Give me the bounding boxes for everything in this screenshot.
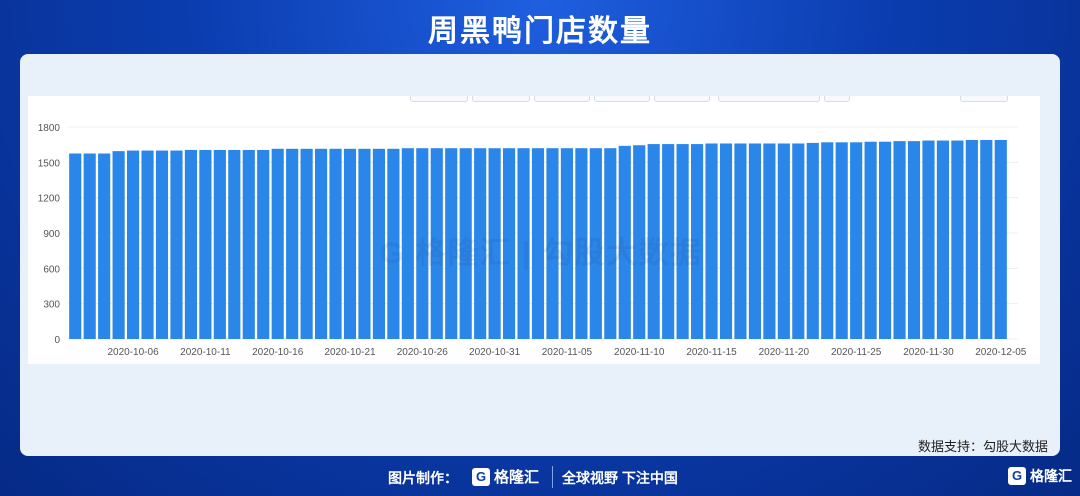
bar[interactable] bbox=[936, 140, 949, 339]
bar[interactable] bbox=[980, 139, 993, 339]
bar[interactable] bbox=[777, 143, 790, 339]
bar[interactable] bbox=[315, 148, 328, 339]
bar[interactable] bbox=[748, 143, 761, 339]
x-tick-label: 2020-11-15 bbox=[686, 347, 737, 358]
corner-logo-icon: G bbox=[1008, 467, 1026, 485]
bar[interactable] bbox=[994, 139, 1007, 339]
bar[interactable] bbox=[792, 143, 805, 339]
bar[interactable] bbox=[112, 151, 125, 339]
x-tick-label: 2020-11-20 bbox=[759, 347, 810, 358]
footer-brand: G 格隆汇 bbox=[472, 466, 539, 487]
x-tick-label: 2020-11-25 bbox=[831, 347, 882, 358]
bar[interactable] bbox=[242, 149, 255, 339]
bar[interactable] bbox=[864, 141, 877, 339]
x-tick-label: 2020-10-16 bbox=[252, 347, 304, 358]
bar[interactable] bbox=[763, 143, 776, 339]
bar[interactable] bbox=[83, 153, 96, 340]
bar[interactable] bbox=[719, 143, 733, 339]
bar[interactable] bbox=[271, 148, 284, 339]
page-title: 周黑鸭门店数量 bbox=[428, 15, 652, 48]
bar[interactable] bbox=[155, 150, 169, 339]
bar[interactable] bbox=[170, 150, 183, 339]
x-tick-label: 2020-10-21 bbox=[324, 347, 376, 358]
footer-credit: 图片制作： bbox=[388, 470, 458, 486]
x-tick-label: 2020-10-11 bbox=[180, 347, 231, 358]
bar[interactable] bbox=[951, 140, 964, 339]
y-tick-label: 0 bbox=[54, 335, 60, 346]
x-tick-label: 2020-11-10 bbox=[614, 347, 665, 358]
bar[interactable] bbox=[734, 143, 747, 339]
bar[interactable] bbox=[228, 149, 241, 339]
footer-divider bbox=[552, 466, 553, 488]
bar[interactable] bbox=[329, 148, 342, 339]
y-tick-label: 300 bbox=[43, 300, 60, 311]
bar[interactable] bbox=[806, 142, 819, 339]
bar[interactable] bbox=[879, 141, 892, 339]
footer-slogan: 全球视野 下注中国 bbox=[562, 470, 678, 486]
bar[interactable] bbox=[835, 142, 848, 339]
x-tick-label: 2020-11-30 bbox=[903, 347, 954, 358]
bar[interactable] bbox=[98, 153, 111, 340]
y-tick-label: 600 bbox=[43, 264, 60, 275]
x-tick-label: 2020-12-05 bbox=[975, 347, 1027, 358]
y-tick-label: 900 bbox=[43, 229, 60, 240]
y-tick-label: 1500 bbox=[38, 158, 61, 169]
bar[interactable] bbox=[257, 149, 270, 339]
brand-name: 格隆汇 bbox=[494, 469, 540, 486]
bar[interactable] bbox=[213, 149, 226, 339]
bar[interactable] bbox=[127, 150, 140, 339]
x-tick-label: 2020-10-06 bbox=[107, 347, 159, 358]
bar[interactable] bbox=[300, 148, 313, 339]
y-tick-label: 1200 bbox=[38, 194, 61, 205]
bar[interactable] bbox=[821, 142, 834, 339]
footer: 图片制作： G 格隆汇 全球视野 下注中国 bbox=[0, 458, 1080, 496]
bar[interactable] bbox=[184, 149, 197, 339]
bar[interactable] bbox=[69, 153, 82, 340]
watermark: G 格隆汇 | 勾股大数据 bbox=[380, 237, 703, 270]
bar[interactable] bbox=[922, 140, 935, 339]
bar[interactable] bbox=[965, 139, 978, 339]
bar[interactable] bbox=[893, 141, 906, 339]
bar[interactable] bbox=[141, 150, 154, 339]
bar[interactable] bbox=[850, 142, 863, 339]
corner-brand-name: 格隆汇 bbox=[1030, 468, 1072, 484]
bar[interactable] bbox=[907, 141, 921, 339]
x-tick-label: 2020-11-05 bbox=[542, 347, 593, 358]
bar[interactable] bbox=[286, 148, 299, 339]
brand-logo-icon: G bbox=[472, 467, 490, 486]
source-label: 数据支持：勾股大数据 bbox=[917, 439, 1048, 454]
x-tick-label: 2020-10-31 bbox=[469, 347, 521, 358]
bar[interactable] bbox=[358, 148, 371, 339]
x-tick-label: 2020-10-26 bbox=[397, 347, 449, 358]
bar[interactable] bbox=[343, 148, 357, 339]
bar[interactable] bbox=[705, 143, 718, 339]
corner-brand: G 格隆汇 bbox=[1008, 466, 1072, 486]
bar[interactable] bbox=[199, 149, 212, 339]
y-tick-label: 1800 bbox=[38, 123, 61, 134]
